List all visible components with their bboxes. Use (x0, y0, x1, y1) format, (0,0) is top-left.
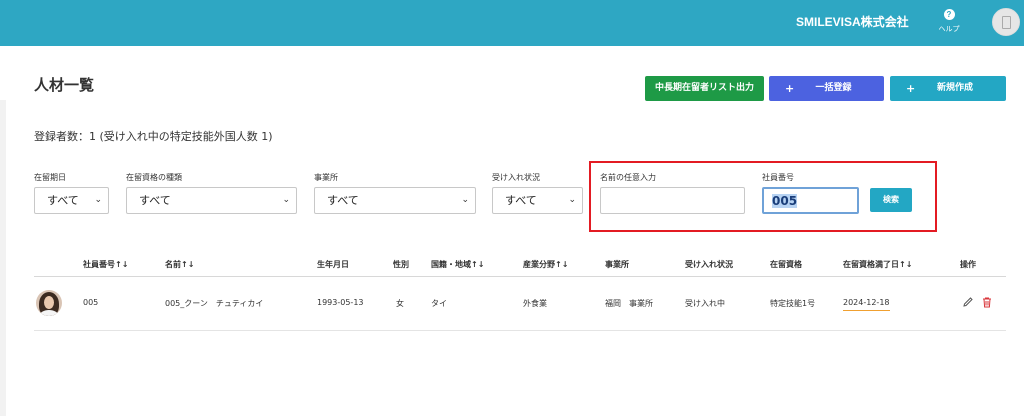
stay-period-select[interactable]: すべて ⌄ (34, 187, 109, 214)
building-icon (1002, 16, 1011, 29)
employee-no-value: 005 (772, 194, 798, 208)
help-label: ヘルプ (938, 25, 960, 33)
stay-period-label: 在留期日 (34, 173, 66, 182)
col-employee-no[interactable]: 社員番号↑↓ (83, 259, 128, 270)
office-select[interactable]: すべて ⌄ (314, 187, 476, 214)
registrant-count: 登録者数：1 (受け入れ中の特定技能外国人数 1) (34, 130, 273, 143)
row-divider (34, 330, 1006, 331)
name-search-input[interactable] (600, 187, 745, 214)
col-expiry[interactable]: 在留資格満了日↑↓ (843, 259, 912, 270)
col-office: 事業所 (605, 260, 629, 269)
stay-period-value: すべて (47, 194, 79, 207)
pencil-icon[interactable] (962, 296, 974, 308)
cell-office: 福岡 事業所 (605, 299, 653, 308)
col-name[interactable]: 名前↑↓ (165, 259, 194, 270)
acceptance-value: すべて (505, 194, 537, 207)
acceptance-select[interactable]: すべて ⌄ (492, 187, 583, 214)
export-list-button[interactable]: 中長期在留者リスト出力 (645, 76, 764, 101)
header-divider (34, 276, 1006, 277)
status-type-select[interactable]: すべて ⌄ (126, 187, 297, 214)
name-search-label: 名前の任意入力 (600, 173, 656, 182)
col-industry[interactable]: 産業分野↑↓ (523, 259, 568, 270)
col-gender: 性別 (393, 260, 409, 269)
bulk-register-button[interactable]: + 一括登録 (769, 76, 884, 101)
col-nationality[interactable]: 国籍・地域↑↓ (431, 259, 484, 270)
chevron-down-icon: ⌄ (94, 195, 102, 205)
employee-no-input[interactable]: 005 (762, 187, 859, 214)
cell-name[interactable]: 005_クーン チュティカイ (165, 298, 263, 309)
chevron-down-icon: ⌄ (461, 195, 469, 205)
col-status: 在留資格 (770, 260, 802, 269)
cell-expiry: 2024-12-18 (843, 298, 890, 311)
company-name: SMILEVISA株式会社 (796, 15, 909, 29)
plus-icon: + (906, 82, 916, 95)
acceptance-label: 受け入れ状況 (492, 173, 540, 182)
status-type-label: 在留資格の種類 (126, 173, 182, 182)
office-label: 事業所 (314, 173, 338, 182)
cell-acceptance: 受け入れ中 (685, 299, 725, 308)
help-icon: ? (943, 9, 955, 20)
user-avatar[interactable] (992, 8, 1020, 36)
sidebar-edge (0, 100, 6, 416)
cell-industry: 外食業 (523, 299, 547, 308)
col-acceptance: 受け入れ状況 (685, 260, 733, 269)
cell-employee-no: 005 (83, 298, 99, 307)
bulk-register-label: 一括登録 (815, 83, 852, 93)
search-button[interactable]: 検索 (870, 188, 912, 212)
office-value: すべて (327, 194, 359, 207)
status-type-value: すべて (139, 194, 171, 207)
expiry-date: 2024-12-18 (843, 298, 890, 311)
cell-gender: 女 (396, 299, 404, 308)
create-new-button[interactable]: + 新規作成 (890, 76, 1006, 101)
create-new-label: 新規作成 (936, 83, 973, 93)
col-birth: 生年月日 (317, 260, 349, 269)
employee-no-label: 社員番号 (762, 173, 794, 182)
cell-status: 特定技能1号 (770, 299, 816, 308)
col-ops: 操作 (960, 260, 976, 269)
export-list-label: 中長期在留者リスト出力 (654, 83, 754, 93)
chevron-down-icon: ⌄ (568, 195, 576, 205)
chevron-down-icon: ⌄ (282, 195, 290, 205)
help-button[interactable]: ? ヘルプ (934, 9, 964, 34)
page-title: 人材一覧 (34, 76, 95, 94)
employee-avatar (36, 290, 62, 316)
cell-nationality: タイ (431, 299, 447, 308)
cell-birth: 1993-05-13 (317, 298, 364, 307)
top-bar: SMILEVISA株式会社 ? ヘルプ (0, 0, 1024, 46)
trash-icon[interactable] (981, 296, 993, 308)
plus-icon: + (785, 82, 795, 95)
